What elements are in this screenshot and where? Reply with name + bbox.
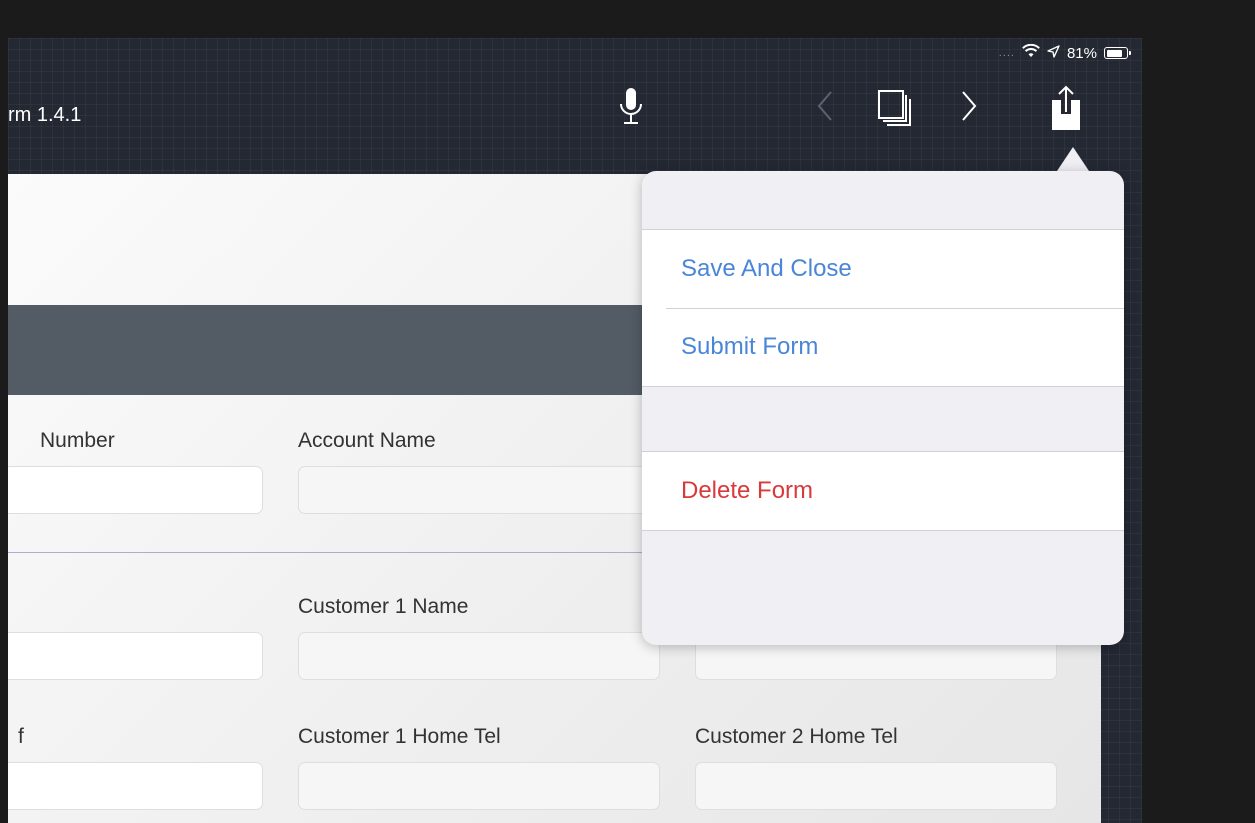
share-icon[interactable] [1048,84,1084,137]
submit-form-button[interactable]: Submit Form [642,308,1124,386]
cellular-signal: .... [998,47,1015,59]
account-name-label: Account Name [298,429,436,452]
customer-2-home-tel-label: Customer 2 Home Tel [695,725,898,748]
page-title: rm 1.4.1 [8,104,82,126]
popover-arrow [1057,147,1089,171]
menu-group-primary: Save And Close Submit Form [642,229,1124,387]
customer-1-home-tel-field[interactable] [298,762,660,810]
customer-1-name-field[interactable] [298,632,660,680]
customer-1-home-tel-label: Customer 1 Home Tel [298,725,501,748]
save-and-close-button[interactable]: Save And Close [642,230,1124,308]
battery-fill [1106,49,1122,57]
menu-group-destructive: Delete Form [642,451,1124,531]
share-menu-popover: Save And Close Submit Form Delete Form [642,171,1124,645]
navigation-bar: rm 1.4.1 [8,68,1142,174]
chevron-right-icon[interactable] [958,86,980,131]
battery-icon [1104,47,1131,59]
number-field[interactable] [8,466,263,514]
status-bar: .... 81% [882,38,1142,68]
delete-form-button[interactable]: Delete Form [642,452,1124,530]
row3-field-a[interactable] [8,762,263,810]
microphone-icon[interactable] [618,86,644,137]
customer-2-home-tel-field[interactable] [695,762,1057,810]
section-divider [8,552,658,553]
row2-field-a[interactable] [8,632,263,680]
row3-label-a: f [18,725,24,748]
location-arrow-icon [1047,44,1060,62]
battery-percent: 81% [1066,44,1097,62]
pages-icon[interactable] [876,86,914,133]
chevron-left-icon[interactable] [814,86,836,131]
wifi-icon [1022,43,1040,62]
account-name-field[interactable] [298,466,660,514]
customer-1-name-label: Customer 1 Name [298,595,469,618]
number-label: Number [40,429,115,452]
